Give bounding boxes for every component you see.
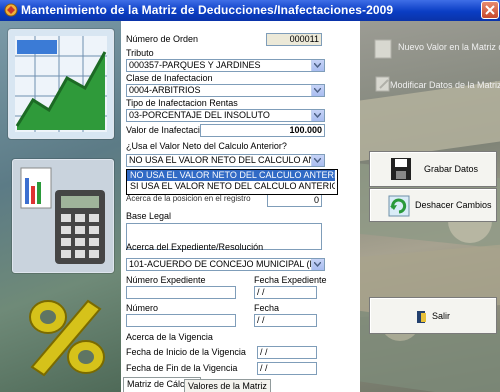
clase-label: Clase de Inafectacion [126, 73, 213, 83]
clase-select[interactable]: 0004-ARBITRIOS [126, 84, 325, 97]
clase-value: 0004-ARBITRIOS [129, 85, 201, 95]
calculator-image [12, 159, 114, 273]
grabar-label: Grabar Datos [424, 164, 479, 174]
numero-orden-label: Número de Orden [126, 34, 199, 44]
grabar-button[interactable]: Grabar Datos [369, 151, 497, 187]
numero-expediente-label: Número Expediente [126, 275, 206, 285]
right-decor-pane: Nuevo Valor en la Matriz de Cálculo Modi… [345, 21, 500, 392]
vigencia-label: Acerca de la Vigencia [126, 332, 213, 342]
modificar-button[interactable]: Modificar Datos de la Matriz [368, 71, 500, 97]
window-title: Mantenimiento de la Matriz de Deduccione… [21, 3, 394, 17]
fecha-expediente-field[interactable]: / / [254, 286, 317, 299]
salir-label: Salir [432, 311, 451, 321]
numero-field[interactable] [126, 314, 236, 327]
acerca-expediente-value: 101-ACUERDO DE CONCEJO MUNICIPAL (LEY N°… [129, 259, 324, 269]
tab-valores-matriz[interactable]: Valores de la Matriz [184, 379, 271, 392]
chevron-down-icon [314, 63, 321, 68]
fecha-field[interactable]: / / [254, 314, 317, 327]
chevron-down-icon [314, 262, 321, 267]
tributo-label: Tributo [126, 48, 154, 58]
usa-valor-option[interactable]: SI USA EL VALOR NETO DEL CALCULO ANTERIO… [127, 181, 335, 192]
posicion-label: Acerca de la posicion en el registro [126, 194, 251, 203]
nuevo-valor-button[interactable]: Nuevo Valor en la Matriz de Cálculo [368, 30, 500, 70]
usa-valor-label: ¿Usa el Valor Neto del Calculo Anterior? [126, 141, 287, 151]
fecha-label: Fecha [254, 303, 280, 313]
title-bar: Mantenimiento de la Matriz de Deduccione… [0, 0, 500, 21]
left-decor-pane [0, 21, 121, 392]
fin-vigencia-field[interactable]: / / [257, 362, 317, 375]
inicio-vigencia-field[interactable]: / / [257, 346, 317, 359]
fecha-expediente-label: Fecha Expediente [254, 275, 327, 285]
chevron-down-icon [314, 113, 321, 118]
chevron-down-icon [314, 158, 321, 163]
tributo-dropdown-button[interactable] [311, 60, 324, 71]
chart-image [8, 29, 114, 139]
app-window: Mantenimiento de la Matriz de Deduccione… [0, 0, 500, 392]
exit-door-icon [416, 310, 428, 326]
tributo-value: 000357-PARQUES Y JARDINES [129, 60, 261, 70]
nuevo-valor-label: Nuevo Valor en la Matriz de Cálculo [398, 42, 500, 52]
valor-label: Valor de Inafectacion [126, 125, 210, 135]
usa-valor-value: NO USA EL VALOR NETO DEL CALCULO ANTERIO… [129, 155, 324, 165]
deshacer-button[interactable]: Deshacer Cambios [369, 188, 497, 222]
acerca-expediente-label: Acerca del Expediente/Resolución [126, 242, 264, 252]
app-icon [4, 3, 18, 17]
usa-valor-options-list[interactable]: NO USA EL VALOR NETO DEL CALCULO ANTERIO… [126, 169, 338, 195]
tipo-value: 03-PORCENTAJE DEL INSOLUTO [129, 110, 270, 120]
tipo-select[interactable]: 03-PORCENTAJE DEL INSOLUTO [126, 109, 325, 122]
numero-expediente-field[interactable] [126, 286, 236, 299]
fin-vigencia-label: Fecha de Fin de la Vigencia [126, 363, 238, 373]
numero-label: Número [126, 303, 159, 313]
new-document-icon [372, 38, 394, 62]
percent-image [18, 291, 114, 381]
acerca-expediente-dropdown-button[interactable] [311, 259, 324, 270]
numero-orden-field[interactable]: 000011 [266, 33, 322, 46]
close-icon [485, 5, 495, 15]
deshacer-label: Deshacer Cambios [415, 200, 492, 210]
modificar-label: Modificar Datos de la Matriz [390, 80, 500, 90]
tipo-label: Tipo de Inafectacion Rentas [126, 98, 238, 108]
salir-button[interactable]: Salir [369, 297, 497, 334]
valor-field[interactable]: 100.000 [200, 124, 325, 137]
clase-dropdown-button[interactable] [311, 85, 324, 96]
posicion-field[interactable]: 0 [267, 194, 322, 207]
usa-valor-select[interactable]: NO USA EL VALOR NETO DEL CALCULO ANTERIO… [126, 154, 325, 167]
percent-icon [29, 299, 105, 377]
growth-chart-icon [15, 36, 107, 132]
acerca-expediente-select[interactable]: 101-ACUERDO DE CONCEJO MUNICIPAL (LEY N°… [126, 258, 325, 271]
undo-icon [387, 194, 411, 220]
base-legal-label: Base Legal [126, 211, 172, 221]
inicio-vigencia-label: Fecha de Inicio de la Vigencia [126, 347, 246, 357]
tipo-dropdown-button[interactable] [311, 110, 324, 121]
calculator-icon [20, 167, 105, 264]
tab-bar: Matriz de Cálculo Valores de la Matriz [121, 377, 360, 392]
save-icon [390, 157, 412, 183]
close-button[interactable] [481, 1, 499, 19]
usa-valor-dropdown-button[interactable] [311, 155, 324, 166]
matrix-form: Número de Orden 000011 Tributo 000357-PA… [121, 21, 360, 392]
usa-valor-option[interactable]: NO USA EL VALOR NETO DEL CALCULO ANTERIO… [127, 170, 335, 181]
chevron-down-icon [314, 88, 321, 93]
tributo-select[interactable]: 000357-PARQUES Y JARDINES [126, 59, 325, 72]
